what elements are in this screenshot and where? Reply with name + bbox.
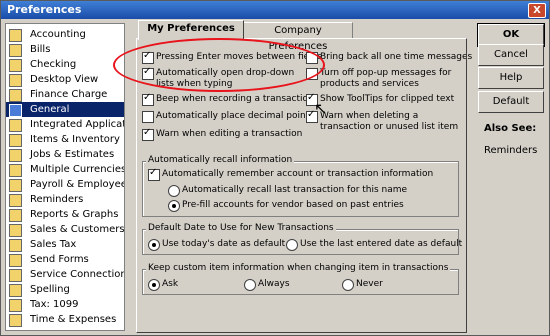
also-see-reminders-link[interactable]: Reminders xyxy=(484,145,537,156)
sidebar-item-tax-1099[interactable]: Tax: 1099 xyxy=(6,297,124,312)
sidebar-item-desktop-view[interactable]: Desktop View xyxy=(6,72,124,87)
default-button[interactable]: Default xyxy=(478,91,544,113)
time-expenses-icon xyxy=(9,314,22,327)
payroll-employees-icon xyxy=(9,179,22,192)
sales-customers-icon xyxy=(9,224,22,237)
sidebar-item-general[interactable]: General xyxy=(6,102,124,117)
sales-tax-icon xyxy=(9,239,22,252)
window-title: Preferences xyxy=(7,3,82,16)
preferences-category-list[interactable]: Accounting Bills Checking Desktop View F… xyxy=(5,23,125,331)
tab-company-preferences[interactable]: Company Preferences xyxy=(243,22,353,52)
items-inventory-icon xyxy=(9,134,22,147)
reports-graphs-icon xyxy=(9,209,22,222)
sidebar-item-integrated-applications[interactable]: Integrated Applications xyxy=(6,117,124,132)
help-button[interactable]: Help xyxy=(478,67,544,89)
cancel-button[interactable]: Cancel xyxy=(478,44,544,66)
title-bar: Preferences X xyxy=(1,1,549,19)
service-connection-icon xyxy=(9,269,22,282)
reminders-icon xyxy=(9,194,22,207)
ok-button[interactable]: OK xyxy=(477,23,545,47)
sidebar-item-finance-charge[interactable]: Finance Charge xyxy=(6,87,124,102)
sidebar-item-sales-tax[interactable]: Sales Tax xyxy=(6,237,124,252)
desktop-view-icon xyxy=(9,74,22,87)
sidebar-item-spelling[interactable]: Spelling xyxy=(6,282,124,297)
spelling-icon xyxy=(9,284,22,297)
sidebar-item-time-expenses[interactable]: Time & Expenses xyxy=(6,312,124,327)
sidebar-item-sales-customers[interactable]: Sales & Customers xyxy=(6,222,124,237)
integrated-applications-icon xyxy=(9,119,22,132)
tab-my-preferences[interactable]: My Preferences xyxy=(138,20,244,40)
preferences-window: Preferences X Accounting Bills Checking … xyxy=(0,0,550,336)
also-see-title: Also See: xyxy=(484,123,537,134)
tax-1099-icon xyxy=(9,299,22,312)
sidebar-item-service-connection[interactable]: Service Connection xyxy=(6,267,124,282)
close-button[interactable]: X xyxy=(528,3,546,18)
checking-icon xyxy=(9,59,22,72)
multiple-currencies-icon xyxy=(9,164,22,177)
accounting-icon xyxy=(9,29,22,42)
finance-charge-icon xyxy=(9,89,22,102)
sidebar-item-jobs-estimates[interactable]: Jobs & Estimates xyxy=(6,147,124,162)
preferences-panel xyxy=(136,38,467,333)
sidebar-item-send-forms[interactable]: Send Forms xyxy=(6,252,124,267)
sidebar-item-bills[interactable]: Bills xyxy=(6,42,124,57)
sidebar-item-reminders[interactable]: Reminders xyxy=(6,192,124,207)
sidebar-item-checking[interactable]: Checking xyxy=(6,57,124,72)
sidebar-item-payroll-employees[interactable]: Payroll & Employees xyxy=(6,177,124,192)
send-forms-icon xyxy=(9,254,22,267)
sidebar-item-accounting[interactable]: Accounting xyxy=(6,27,124,42)
sidebar-item-reports-graphs[interactable]: Reports & Graphs xyxy=(6,207,124,222)
bills-icon xyxy=(9,44,22,57)
general-icon xyxy=(9,104,22,117)
jobs-estimates-icon xyxy=(9,149,22,162)
mouse-cursor-icon: ↖ xyxy=(314,99,328,118)
sidebar-item-items-inventory[interactable]: Items & Inventory xyxy=(6,132,124,147)
sidebar-item-multiple-currencies[interactable]: Multiple Currencies xyxy=(6,162,124,177)
